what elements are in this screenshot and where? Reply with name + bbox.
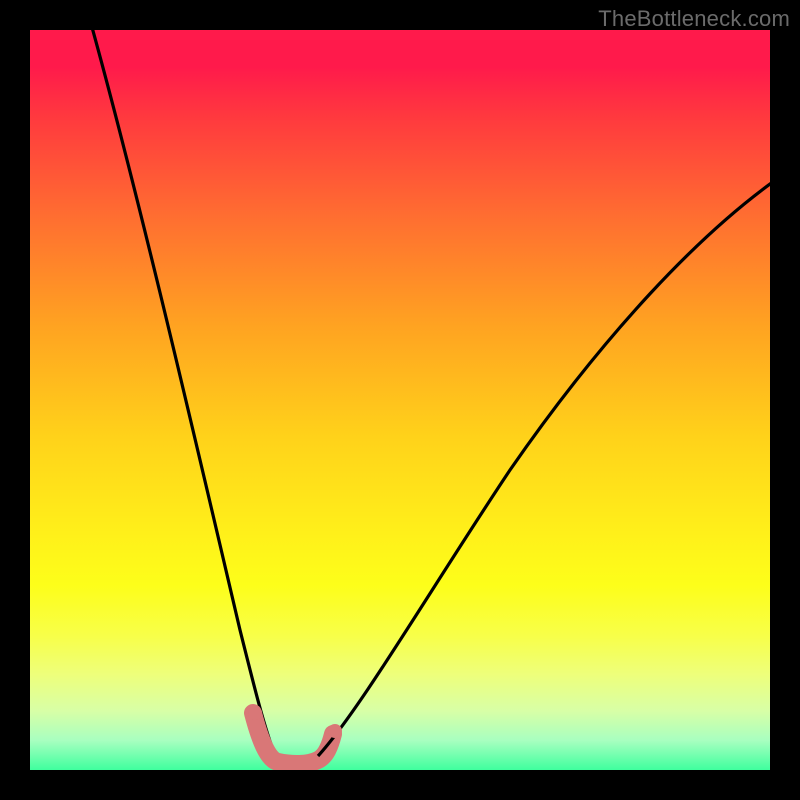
curve-left xyxy=(90,30,275,755)
curve-layer xyxy=(30,30,770,770)
curve-right xyxy=(318,170,770,756)
marker-dot xyxy=(328,724,342,738)
plot-area xyxy=(30,30,770,770)
outer-frame: TheBottleneck.com xyxy=(0,0,800,800)
watermark-text: TheBottleneck.com xyxy=(598,6,790,32)
marker-dot xyxy=(248,706,262,720)
